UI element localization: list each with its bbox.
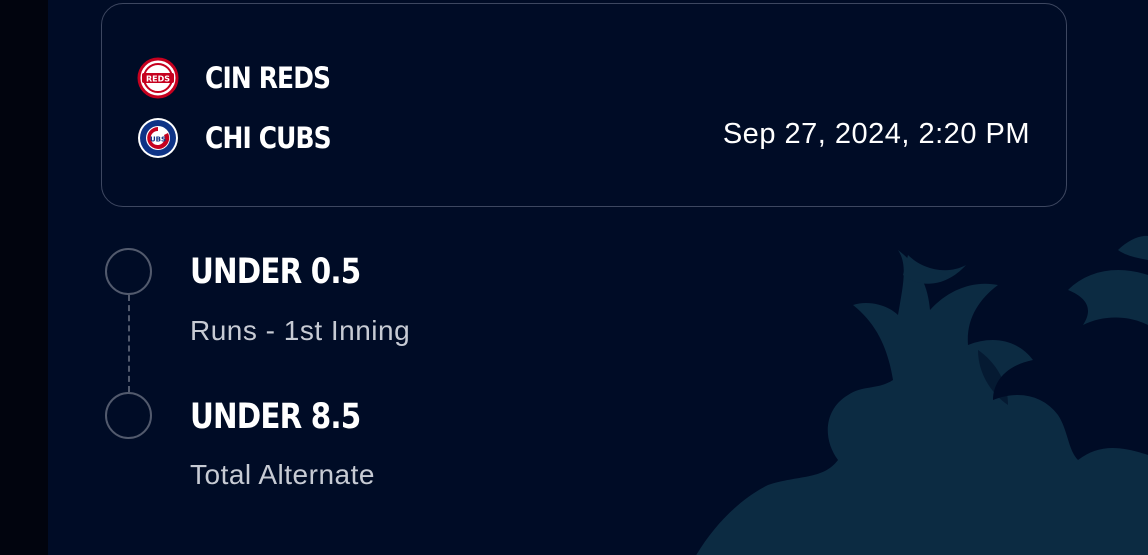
leg-market: Runs - 1st Inning	[190, 315, 411, 346]
crown-watermark-icon	[696, 235, 1148, 555]
game-datetime: Sep 27, 2024, 2:20 PM	[722, 118, 1030, 150]
svg-text:REDS: REDS	[146, 75, 170, 84]
left-edge	[0, 0, 48, 555]
leg-market: Total Alternate	[190, 459, 375, 490]
leg-status-circle	[105, 248, 152, 295]
leg-connector-line	[128, 295, 130, 392]
team-row-home: UBS CHI CUBS	[136, 116, 351, 160]
leg-selection: UNDER 0.5	[190, 252, 361, 292]
leg-selection: UNDER 8.5	[190, 397, 361, 437]
svg-text:UBS: UBS	[150, 136, 166, 144]
team-row-away: REDS CIN REDS	[136, 56, 351, 100]
bet-details-panel: REDS CIN REDS UBS CHI CUBS Sep 27, 2024,…	[48, 0, 1148, 555]
game-card[interactable]: REDS CIN REDS UBS CHI CUBS Sep 27, 2024,…	[101, 3, 1067, 207]
cubs-logo-icon: UBS	[136, 116, 180, 160]
team-name-away: CIN REDS	[205, 61, 331, 95]
reds-logo-icon: REDS	[136, 56, 180, 100]
leg-status-circle	[105, 392, 152, 439]
team-name-home: CHI CUBS	[205, 121, 332, 155]
